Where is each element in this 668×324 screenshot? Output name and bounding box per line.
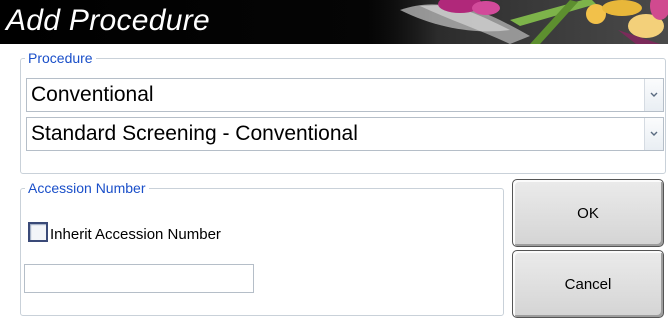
dialog-title: Add Procedure — [6, 4, 211, 37]
procedure-legend: Procedure — [28, 50, 93, 66]
ok-button[interactable]: OK — [512, 179, 664, 247]
accession-legend: Accession Number — [28, 180, 146, 196]
procedure-group: Procedure — [20, 50, 666, 174]
dropdown-arrow-icon[interactable] — [644, 79, 663, 111]
procedure-type-dropdown[interactable]: Conventional — [26, 78, 664, 112]
procedure-dropdown[interactable]: Standard Screening - Conventional — [26, 117, 664, 151]
accession-number-group: Accession Number — [20, 180, 504, 316]
title-bar: Add Procedure — [0, 0, 668, 44]
cancel-button[interactable]: Cancel — [512, 250, 664, 318]
procedure-type-value: Conventional — [31, 83, 154, 106]
procedure-value: Standard Screening - Conventional — [31, 122, 358, 145]
inherit-accession-label[interactable]: Inherit Accession Number — [50, 227, 221, 243]
accession-number-input[interactable] — [24, 264, 254, 293]
flower-banner-image — [360, 0, 668, 44]
inherit-accession-checkbox[interactable] — [28, 222, 48, 242]
dropdown-arrow-icon[interactable] — [644, 118, 663, 150]
